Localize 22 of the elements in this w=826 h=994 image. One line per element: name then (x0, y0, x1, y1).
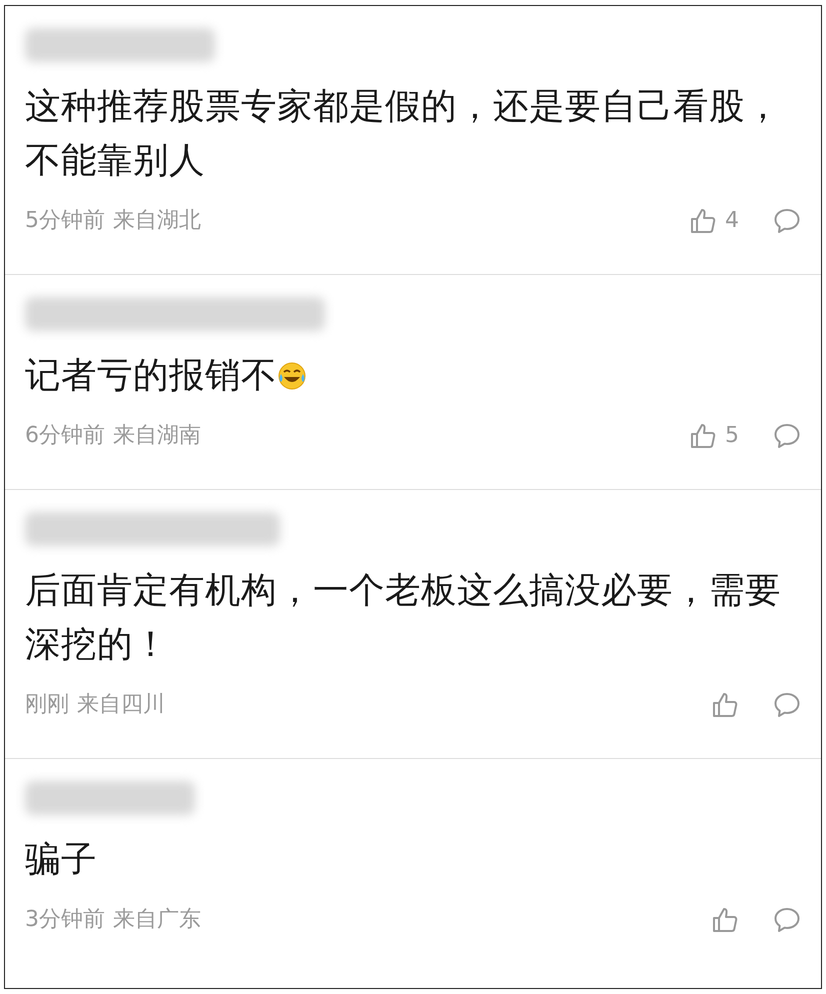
comment-text: 记者亏的报销不 (25, 355, 277, 396)
like-icon[interactable] (711, 906, 739, 934)
comment-icon[interactable] (773, 906, 801, 934)
comment-time: 5分钟前 (25, 207, 105, 235)
comment-time: 3分钟前 (25, 906, 105, 934)
comment-text: 后面肯定有机构，一个老板这么搞没必要，需要深挖的！ (25, 570, 781, 665)
comment-location: 来自四川 (77, 691, 165, 719)
comment-time: 刚刚 (25, 691, 69, 719)
comment-location: 来自湖南 (113, 422, 201, 450)
comment-icon[interactable] (773, 207, 801, 235)
comment-time: 6分钟前 (25, 422, 105, 450)
comment-icon[interactable] (773, 691, 801, 719)
comment-location: 来自湖北 (113, 207, 201, 235)
like-icon[interactable] (711, 691, 739, 719)
like-icon[interactable] (689, 422, 717, 450)
like-icon[interactable] (689, 207, 717, 235)
like-count: 4 (725, 207, 739, 235)
comment-location: 来自广东 (113, 906, 201, 934)
comment-text: 骗子 (25, 839, 97, 880)
comment-icon[interactable] (773, 422, 801, 450)
like-count: 5 (725, 422, 739, 450)
comment-text: 这种推荐股票专家都是假的，还是要自己看股，不能靠别人 (25, 86, 781, 181)
